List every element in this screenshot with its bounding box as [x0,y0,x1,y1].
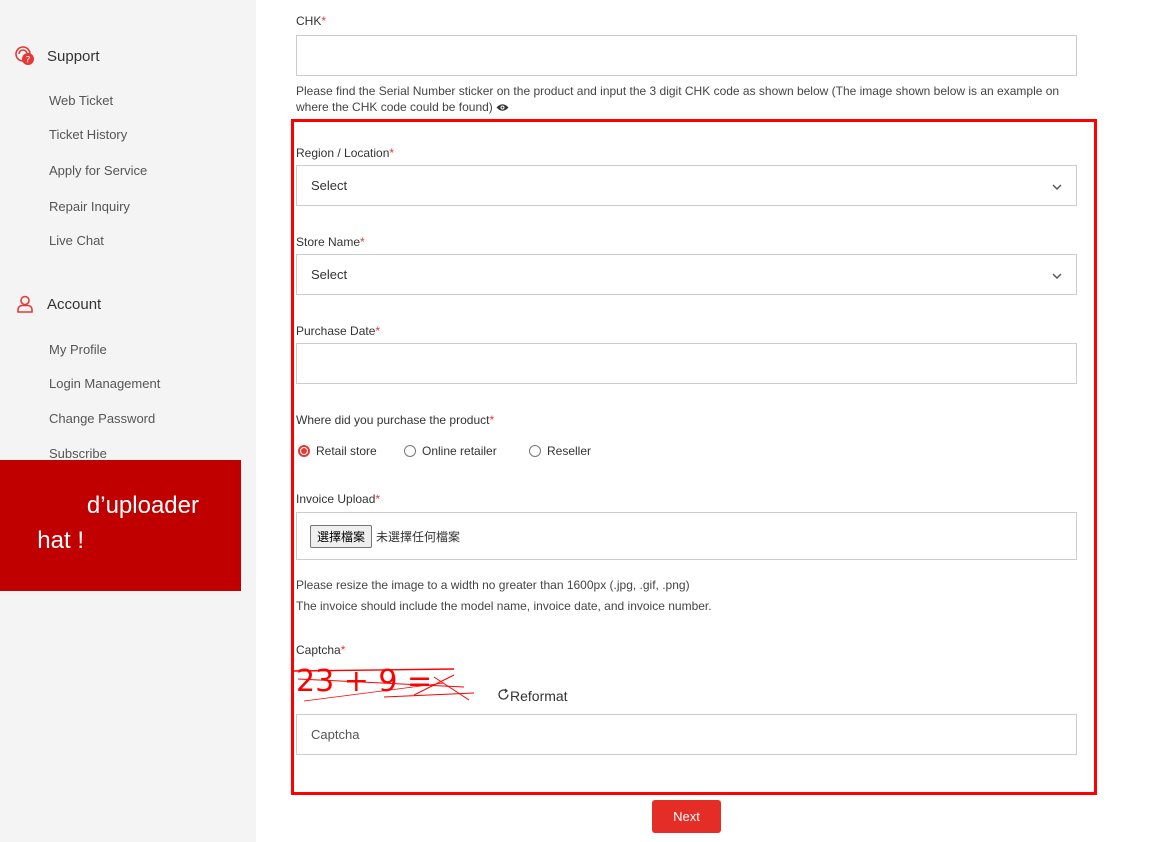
captcha-reformat-button[interactable]: Reformat [497,688,568,704]
radio-unchecked-icon [529,445,541,457]
radio-checked-icon [298,445,310,457]
file-status: 未選擇任何檔案 [376,529,461,544]
radio-reseller[interactable]: Reseller [529,444,591,458]
radio-online-retailer[interactable]: Online retailer [404,444,497,458]
support-section-header: ? Support [13,44,100,68]
radio-unchecked-icon [404,445,416,457]
sidebar-item-my-profile[interactable]: My Profile [49,342,107,357]
account-title: Account [47,295,102,313]
overlay-callout: d’uploader hat ! [0,460,241,591]
sidebar-item-ticket-history[interactable]: Ticket History [49,127,127,142]
sidebar-item-web-ticket[interactable]: Web Ticket [49,93,113,108]
account-section-header: Account [13,292,101,316]
invoice-hint-size: Please resize the image to a width no gr… [296,578,690,592]
purchase-where-label: Where did you purchase the product* [296,413,495,427]
store-select-value: Select [311,267,348,282]
refresh-icon [497,688,510,704]
sidebar-item-repair-inquiry[interactable]: Repair Inquiry [49,199,130,214]
next-button[interactable]: Next [652,800,721,833]
invoice-label: Invoice Upload* [296,492,381,506]
chevron-down-icon [1052,178,1062,193]
chevron-down-icon [1052,267,1062,282]
captcha-label: Captcha* [296,643,346,657]
sidebar-item-change-password[interactable]: Change Password [49,411,155,426]
eye-icon[interactable] [496,100,509,116]
sidebar-item-subscribe[interactable]: Subscribe [49,446,107,461]
choose-file-button[interactable]: 選擇檔案 [310,524,373,548]
overlay-text-line2: hat ! [37,527,84,554]
invoice-hint-content: The invoice should include the model nam… [296,599,712,613]
region-select-value: Select [311,178,348,193]
radio-retail-store[interactable]: Retail store [298,444,377,458]
sidebar-item-live-chat[interactable]: Live Chat [49,233,104,248]
support-title: Support [47,47,100,65]
chk-label: CHK* [296,14,327,28]
svg-text:?: ? [26,56,31,66]
support-icon: ? [13,44,37,68]
chk-input[interactable] [296,35,1077,76]
sidebar-item-apply-for-service[interactable]: Apply for Service [49,163,147,178]
sidebar-item-login-management[interactable]: Login Management [49,376,160,391]
captcha-input[interactable]: Captcha [296,714,1077,755]
invoice-upload-field: 選擇檔案 未選擇任何檔案 [296,512,1077,560]
region-label: Region / Location* [296,146,395,160]
captcha-placeholder: Captcha [311,727,360,742]
sidebar: ? Support Web Ticket Ticket History Appl… [0,0,256,842]
captcha-image: 23 + 9 = [294,657,484,705]
overlay-text-line1: d’uploader [86,492,199,519]
store-label: Store Name* [296,235,365,249]
region-select[interactable]: Select [296,165,1077,206]
store-select[interactable]: Select [296,254,1077,295]
chk-hint: Please find the Serial Number sticker on… [296,84,1060,116]
user-icon [13,292,37,316]
purchase-date-input[interactable] [296,343,1077,384]
purchase-date-label: Purchase Date* [296,324,381,338]
